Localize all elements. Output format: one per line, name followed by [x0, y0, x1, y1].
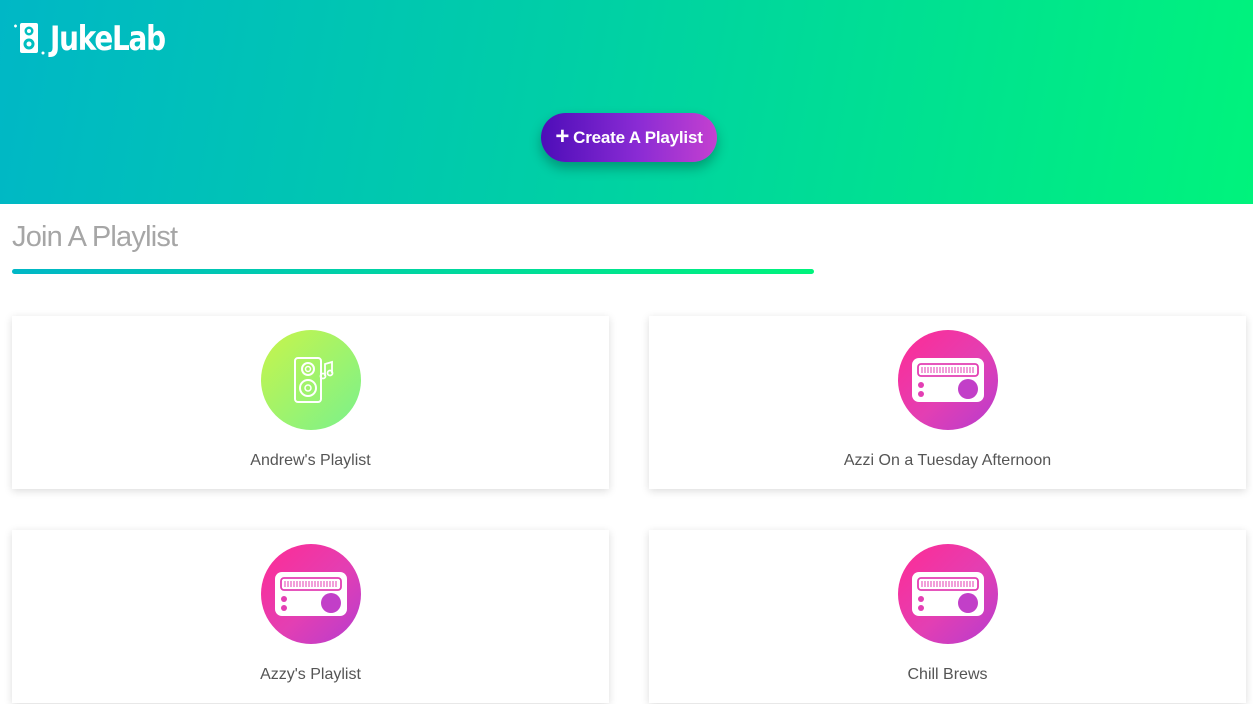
playlist-avatar — [261, 544, 361, 644]
section-title: Join A Playlist — [12, 221, 178, 253]
playlist-name: Azzi On a Tuesday Afternoon — [843, 452, 1052, 469]
playlist-name: Azzy's Playlist — [260, 666, 361, 683]
playlist-avatar — [898, 330, 998, 430]
playlist-avatar — [898, 544, 998, 644]
create-playlist-button[interactable]: + Create A Playlist — [541, 113, 717, 162]
radio-icon — [912, 572, 984, 616]
speaker-icon — [14, 23, 45, 55]
playlist-avatar — [261, 330, 361, 430]
playlist-card[interactable]: Andrew's Playlist — [12, 316, 609, 489]
radio-icon — [912, 358, 984, 402]
playlist-card[interactable]: Azzy's Playlist — [12, 530, 609, 703]
playlist-name: Andrew's Playlist — [250, 452, 371, 469]
create-playlist-label: Create A Playlist — [573, 127, 703, 147]
app-name: JukeLab — [50, 19, 166, 59]
playlist-name: Chill Brews — [907, 666, 988, 683]
app-logo[interactable]: JukeLab — [12, 20, 190, 58]
plus-icon: + — [555, 122, 570, 150]
playlist-card[interactable]: Chill Brews — [649, 530, 1246, 703]
section-divider — [12, 269, 814, 274]
speaker-music-icon — [294, 357, 334, 403]
radio-icon — [275, 572, 347, 616]
header-banner: JukeLab + Create A Playlist — [0, 0, 1253, 204]
playlist-card[interactable]: Azzi On a Tuesday Afternoon — [649, 316, 1246, 489]
